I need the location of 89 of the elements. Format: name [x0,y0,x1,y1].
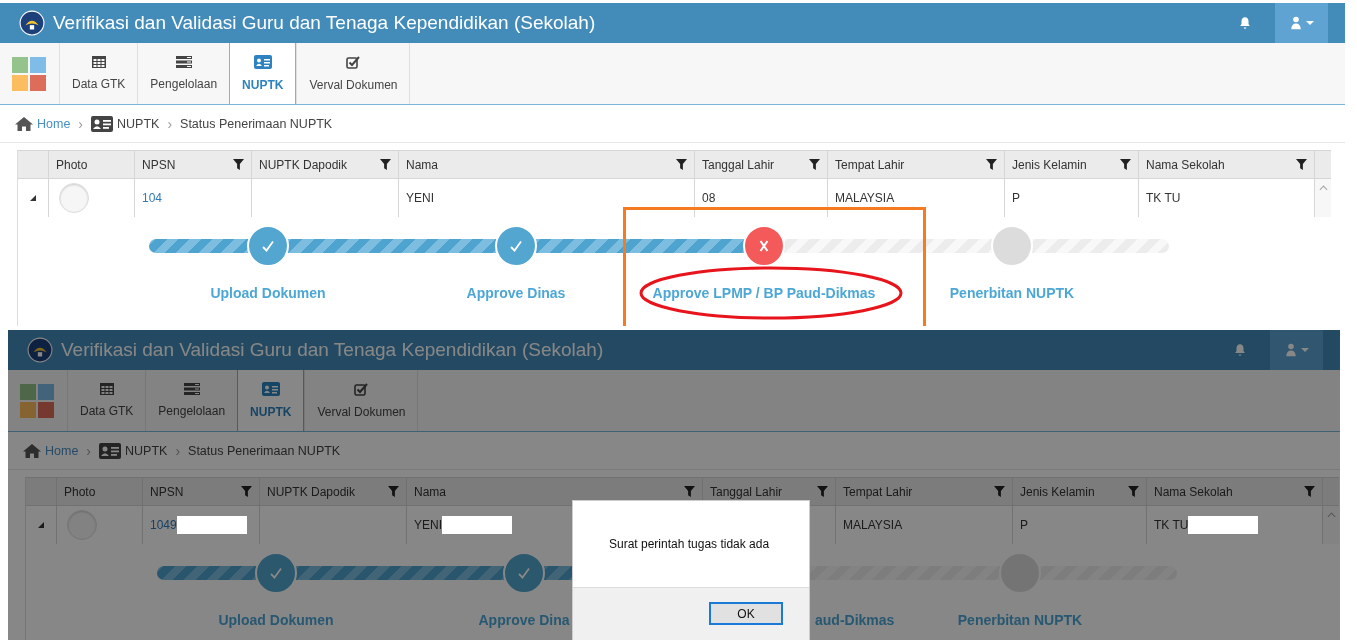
table-cell: YENI [406,191,434,205]
home-icon [23,443,41,458]
table-cell: P [1020,518,1028,532]
filter-icon[interactable] [809,159,820,170]
table-icon [99,383,114,395]
step-label: aud-Dikmas [815,612,895,628]
column-header[interactable]: Photo [56,478,142,505]
breadcrumb-separator: › [86,442,91,459]
id-card-icon [253,55,272,69]
filter-icon[interactable] [233,159,244,170]
column-header[interactable]: NUPTK Dapodik [251,151,398,178]
cross-circle-icon [743,225,785,267]
table-icon [91,56,106,68]
breadcrumb-separator: › [175,442,181,459]
column-header[interactable]: NPSN [142,478,259,505]
nav-tab[interactable]: NUPTK [229,43,297,104]
empty-circle-icon [991,225,1033,267]
step-label: Penerbitan NUPTK [949,285,1075,301]
user-icon [1289,16,1302,30]
avatar [59,183,89,213]
step-label: Approve Dina [478,612,570,628]
table-cell: YENI [414,518,442,532]
column-header[interactable]: Nama [398,151,694,178]
step-label: Penerbitan NUPTK [957,612,1083,628]
column-header[interactable]: Jenis Kelamin [1004,151,1138,178]
filter-icon[interactable] [1296,159,1307,170]
app-grid-icon[interactable] [12,56,46,91]
checkbox-icon [346,55,361,69]
bell-icon[interactable] [1233,343,1247,357]
check-circle-icon [503,552,545,594]
user-icon [1284,343,1297,357]
npsn-link[interactable]: 1049 [150,518,177,532]
checkbox-icon [354,382,369,396]
nav-tab[interactable]: Data GTK [59,43,138,104]
breadcrumb-item: NUPTK [125,443,168,458]
breadcrumb-separator: › [167,115,173,132]
column-header[interactable]: Jenis Kelamin [1012,478,1146,505]
user-menu-button[interactable] [1275,3,1328,43]
table-cell: P [1012,191,1020,205]
step-label: Approve Dinas [466,285,566,301]
emblem-icon [27,337,53,363]
table-cell: TK TU [1154,518,1189,532]
filter-icon[interactable] [676,159,687,170]
table-cell: MALAYSIA [843,518,903,532]
npsn-link[interactable]: 104 [142,191,163,205]
filter-icon[interactable] [1120,159,1131,170]
column-header[interactable]: Tempat Lahir [827,151,1004,178]
table-cell: MALAYSIA [835,191,895,205]
check-circle-icon [255,552,297,594]
column-header[interactable]: Tempat Lahir [835,478,1012,505]
table-cell: 08 [702,191,716,205]
step-label: Upload Dokumen [210,285,326,301]
app-title: Verifikasi dan Validasi Guru dan Tenaga Kependidikan (Sekolah) [53,12,596,34]
check-circle-icon [247,225,289,267]
column-header[interactable]: Tanggal Lahir [694,151,827,178]
nav-tab[interactable]: NUPTK [237,370,305,431]
breadcrumb-item: NUPTK [117,116,160,131]
id-card-icon [261,382,280,396]
step-label: Upload Dokumen [218,612,334,628]
table-cell: TK TU [1146,191,1181,205]
column-header[interactable]: NPSN [134,151,251,178]
id-card-icon [91,115,113,132]
nav-tab[interactable]: Verval Dokumen [304,370,419,431]
ok-button[interactable]: OK [709,602,783,625]
breadcrumb-separator: › [78,115,83,132]
server-icon [183,383,200,395]
column-header[interactable]: Photo [48,151,134,178]
id-card-icon [99,442,121,459]
filter-icon[interactable] [380,159,391,170]
filter-icon[interactable] [986,159,997,170]
breadcrumb-item: Status Penerimaan NUPTK [188,443,341,458]
collapse-arrow-icon[interactable] [30,195,36,201]
home-icon [15,116,33,131]
caret-icon [1305,21,1314,25]
column-header[interactable]: NUPTK Dapodik [259,478,406,505]
breadcrumb-link[interactable]: Home [45,443,79,458]
dialog-message: Surat perintah tugas tidak ada [609,537,770,551]
breadcrumb-item: Status Penerimaan NUPTK [180,116,333,131]
server-icon [175,56,192,68]
caret-icon [1300,348,1309,352]
step-label: Approve LPMP / BP Paud-Dikmas [652,285,876,301]
nav-tab[interactable]: Data GTK [67,370,146,431]
breadcrumb-link[interactable]: Home [37,116,71,131]
emblem-icon [19,10,45,36]
app-title: Verifikasi dan Validasi Guru dan Tenaga Kependidikan (Sekolah) [61,339,604,361]
app-grid-icon[interactable] [20,383,54,418]
bell-icon[interactable] [1238,16,1252,30]
check-circle-icon [495,225,537,267]
nav-tab[interactable]: Verval Dokumen [296,43,411,104]
